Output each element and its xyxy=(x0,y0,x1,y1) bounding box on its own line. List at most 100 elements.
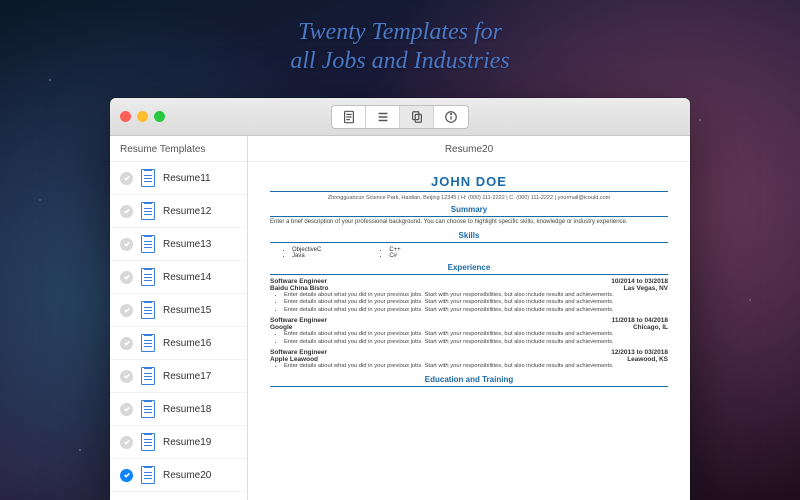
job-bullet: Enter details about what you did in your… xyxy=(284,331,668,339)
document-icon xyxy=(141,466,155,484)
sidebar-item-resume17[interactable]: Resume17 xyxy=(110,360,247,393)
checkmark-selected-icon[interactable] xyxy=(120,469,133,482)
job-company: Apple Leawood xyxy=(270,356,318,363)
checkmark-icon[interactable] xyxy=(120,436,133,449)
skill-item: C++ xyxy=(389,247,400,253)
document-icon xyxy=(141,400,155,418)
content-header: Resume20 xyxy=(248,136,690,162)
job-dates: 10/2014 to 03/2018 xyxy=(611,278,668,285)
sidebar-item-label: Resume11 xyxy=(163,173,211,184)
app-window: Resume Templates Resume11Resume12Resume1… xyxy=(110,98,690,500)
sidebar-item-label: Resume13 xyxy=(163,239,211,250)
divider xyxy=(270,191,668,192)
content-pane: Resume20 JOHN DOE Zhongguancun Science P… xyxy=(248,136,690,500)
list-icon[interactable] xyxy=(366,106,400,128)
tagline-line1: Twenty Templates for xyxy=(0,18,800,47)
job-subheader: Google Chicago, IL xyxy=(270,324,668,331)
section-summary: Summary xyxy=(270,205,668,217)
sidebar-item-label: Resume20 xyxy=(163,470,211,481)
sidebar-item-label: Resume16 xyxy=(163,338,211,349)
job-header: Software Engineer 10/2014 to 03/2018 xyxy=(270,278,668,285)
job-entry: Software Engineer11/2018 to 04/2018Googl… xyxy=(270,317,668,346)
sidebar-item-label: Resume15 xyxy=(163,305,211,316)
info-icon[interactable] xyxy=(434,106,468,128)
window-body: Resume Templates Resume11Resume12Resume1… xyxy=(110,136,690,500)
document-icon xyxy=(141,268,155,286)
job-company: Baidu China Bistro xyxy=(270,285,329,292)
sidebar-item-resume19[interactable]: Resume19 xyxy=(110,426,247,459)
toolbar xyxy=(331,105,469,129)
sidebar-item-resume11[interactable]: Resume11 xyxy=(110,162,247,195)
tagline-line2: all Jobs and Industries xyxy=(0,47,800,76)
job-bullet: Enter details about what you did in your… xyxy=(284,292,668,300)
job-bullets: Enter details about what you did in your… xyxy=(270,292,668,315)
job-bullets: Enter details about what you did in your… xyxy=(270,363,668,371)
copy-icon[interactable] xyxy=(400,106,434,128)
sidebar-item-resume20[interactable]: Resume20 xyxy=(110,459,247,492)
sidebar-item-resume16[interactable]: Resume16 xyxy=(110,327,247,360)
titlebar xyxy=(110,98,690,136)
checkmark-icon[interactable] xyxy=(120,271,133,284)
job-company: Google xyxy=(270,324,292,331)
section-skills: Skills xyxy=(270,231,668,243)
section-education: Education and Training xyxy=(270,375,668,387)
skill-item: ObjectiveC xyxy=(292,247,321,253)
job-location: Las Vegas, NV xyxy=(624,285,668,292)
sidebar-item-resume15[interactable]: Resume15 xyxy=(110,294,247,327)
job-bullet: Enter details about what you did in your… xyxy=(284,299,668,307)
job-bullet: Enter details about what you did in your… xyxy=(284,307,668,315)
sidebar-title: Resume Templates xyxy=(110,136,247,162)
resume-page-icon[interactable] xyxy=(332,106,366,128)
checkmark-icon[interactable] xyxy=(120,304,133,317)
document-icon xyxy=(141,433,155,451)
document-icon xyxy=(141,202,155,220)
checkmark-icon[interactable] xyxy=(120,205,133,218)
job-subheader: Baidu China Bistro Las Vegas, NV xyxy=(270,285,668,292)
job-entry: Software Engineer10/2014 to 03/2018Baidu… xyxy=(270,278,668,315)
summary-text: Enter a brief description of your profes… xyxy=(270,219,668,227)
close-button[interactable] xyxy=(120,111,131,122)
resume-document[interactable]: JOHN DOE Zhongguancun Science Park, Haid… xyxy=(248,162,690,500)
job-bullet: Enter details about what you did in your… xyxy=(284,339,668,347)
sidebar-item-resume13[interactable]: Resume13 xyxy=(110,228,247,261)
job-subheader: Apple Leawood Leawood, KS xyxy=(270,356,668,363)
checkmark-icon[interactable] xyxy=(120,337,133,350)
job-header: Software Engineer 12/2013 to 03/2018 xyxy=(270,349,668,356)
sidebar-item-label: Resume12 xyxy=(163,206,211,217)
jobs-list: Software Engineer10/2014 to 03/2018Baidu… xyxy=(270,278,668,371)
document-icon xyxy=(141,169,155,187)
sidebar-item-label: Resume17 xyxy=(163,371,211,382)
skill-item: Java xyxy=(292,253,321,259)
job-dates: 12/2013 to 03/2018 xyxy=(611,349,668,356)
skills-columns: ObjectiveCJava C++C# xyxy=(270,245,668,259)
section-experience: Experience xyxy=(270,263,668,275)
job-title: Software Engineer xyxy=(270,349,327,356)
document-icon xyxy=(141,334,155,352)
document-icon xyxy=(141,301,155,319)
zoom-button[interactable] xyxy=(154,111,165,122)
checkmark-icon[interactable] xyxy=(120,238,133,251)
skills-right: C++C# xyxy=(381,247,400,259)
window-controls xyxy=(120,111,165,122)
skill-item: C# xyxy=(389,253,400,259)
sidebar-list[interactable]: Resume11 Resume12 Resume13 Resume14 Resume15… xyxy=(110,162,247,500)
sidebar: Resume Templates Resume11Resume12Resume1… xyxy=(110,136,248,500)
job-title: Software Engineer xyxy=(270,278,327,285)
sidebar-item-label: Resume19 xyxy=(163,437,211,448)
sidebar-item-label: Resume18 xyxy=(163,404,211,415)
checkmark-icon[interactable] xyxy=(120,172,133,185)
resume-contact: Zhongguancun Science Park, Haidian, Beij… xyxy=(270,195,668,201)
document-icon xyxy=(141,367,155,385)
job-location: Chicago, IL xyxy=(633,324,668,331)
sidebar-item-resume12[interactable]: Resume12 xyxy=(110,195,247,228)
checkmark-icon[interactable] xyxy=(120,403,133,416)
minimize-button[interactable] xyxy=(137,111,148,122)
checkmark-icon[interactable] xyxy=(120,370,133,383)
job-location: Leawood, KS xyxy=(627,356,668,363)
sidebar-item-resume14[interactable]: Resume14 xyxy=(110,261,247,294)
sidebar-item-resume18[interactable]: Resume18 xyxy=(110,393,247,426)
job-bullet: Enter details about what you did in your… xyxy=(284,363,668,371)
job-header: Software Engineer11/2018 to 04/2018 xyxy=(270,317,668,324)
job-dates: 11/2018 to 04/2018 xyxy=(612,317,668,324)
document-icon xyxy=(141,235,155,253)
